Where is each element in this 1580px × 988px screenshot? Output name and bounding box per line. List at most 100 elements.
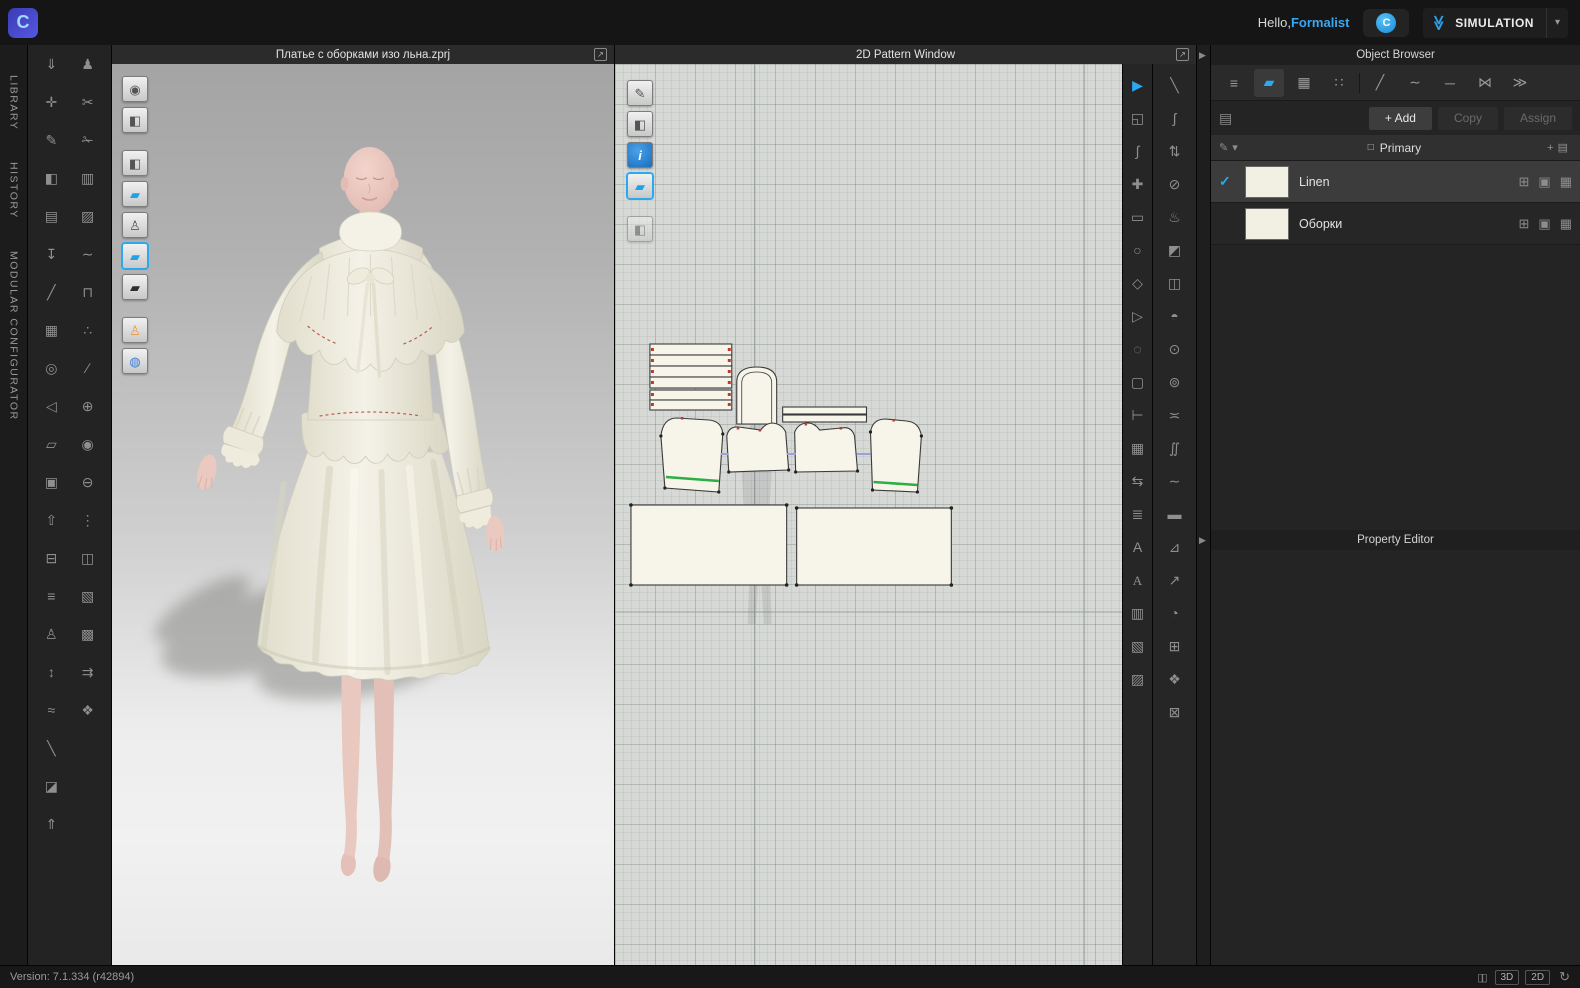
group-caret-icon[interactable]: ▾ <box>1232 141 1238 154</box>
view-3d-chip[interactable]: 3D <box>1495 970 1520 985</box>
spec-icon[interactable]: ⊿ <box>1162 536 1188 558</box>
ruler-2d-icon[interactable]: ▬ <box>1162 503 1188 525</box>
trace-tool-icon[interactable]: ◌ <box>1125 338 1151 360</box>
topstitch-tab[interactable]: ╱ <box>1365 69 1395 97</box>
group-folder-icon[interactable]: ▤ <box>1558 141 1568 154</box>
fold-garment-icon[interactable]: ◪ <box>38 775 64 797</box>
fabric-swatch[interactable] <box>1245 166 1289 198</box>
pattern-piece-left-sleeve[interactable] <box>661 418 723 492</box>
pattern-piece-skirt-back[interactable] <box>797 508 952 585</box>
avatar-tool-icon[interactable]: ♙ <box>38 623 64 645</box>
render-style-icon[interactable]: ◉ <box>122 76 148 102</box>
split-view-icon[interactable]: ▯▯ <box>1477 971 1485 984</box>
text-style-icon[interactable]: A <box>1125 569 1151 591</box>
free-sew-icon[interactable]: ʃ <box>1162 107 1188 129</box>
expand-2d-window-icon[interactable]: ↗ <box>1176 48 1189 61</box>
clo-logo-icon[interactable]: C <box>8 8 38 38</box>
circle-tool-icon[interactable]: ○ <box>1125 239 1151 261</box>
export-garment-icon[interactable]: ⇑ <box>38 813 64 835</box>
seam-allowance-icon[interactable]: ▢ <box>1125 371 1151 393</box>
detach-sew-icon[interactable]: ⊘ <box>1162 173 1188 195</box>
copy-fabric-button[interactable]: Copy <box>1438 107 1498 130</box>
garment-stack-icon[interactable]: ▨ <box>75 205 101 227</box>
pattern-piece-bodice-back[interactable] <box>795 423 858 472</box>
layout-grid-icon[interactable]: ▥ <box>1125 602 1151 624</box>
avatars-icon[interactable]: ∴ <box>75 319 101 341</box>
viewport-3d-canvas[interactable]: ◉ ◧ ◧ ▰ ♙ ▰ ▰ ♙ <box>112 64 614 965</box>
symmetry-icon[interactable]: ⇆ <box>1125 470 1151 492</box>
swatch-dark-icon[interactable]: ▩ <box>75 623 101 645</box>
sidebar-tab-modular-configurator[interactable]: MODULAR CONFIGURATOR <box>8 251 20 421</box>
hanger-icon[interactable]: ⊓ <box>75 281 101 303</box>
zipper-icon[interactable]: ⋮ <box>75 509 101 531</box>
lift-icon[interactable]: ⇧ <box>38 509 64 531</box>
grain-line-icon[interactable]: ↗ <box>1162 569 1188 591</box>
button-tab[interactable]: ∷ <box>1324 69 1354 97</box>
pattern-2d-canvas[interactable]: ✎ ◧ i ▰ ◧ <box>615 64 1122 965</box>
avatar-pose-icon[interactable]: ♙ <box>122 317 148 343</box>
bundle-icon[interactable]: ⊠ <box>1162 701 1188 723</box>
dart-tool-icon[interactable]: ▷ <box>1125 305 1151 327</box>
username-link[interactable]: Formalist <box>1291 15 1350 30</box>
refresh-icon[interactable]: ↻ <box>1559 969 1570 985</box>
zigzag-measure-icon[interactable]: ≈ <box>38 699 64 721</box>
needle-icon[interactable]: ∕ <box>75 357 101 379</box>
sewing-pen-icon[interactable]: ✎ <box>38 129 64 151</box>
garment-copy-icon[interactable]: ▥ <box>75 167 101 189</box>
fabric-view-icon[interactable]: ▰ <box>122 243 148 269</box>
trim-tab[interactable]: ▦ <box>1289 69 1319 97</box>
pin-2d-icon[interactable]: ⊙ <box>1162 338 1188 360</box>
polygon-tool-icon[interactable]: ◇ <box>1125 272 1151 294</box>
walk-avatar-icon[interactable]: ♟ <box>75 53 101 75</box>
add-colorway-icon[interactable]: ⊞ <box>1519 174 1530 190</box>
show-garment-icon[interactable]: ◧ <box>122 107 148 133</box>
edit-pattern-icon[interactable]: ◱ <box>1125 107 1151 129</box>
pleats-icon[interactable]: ⇉ <box>75 661 101 683</box>
layer-panel-icon[interactable]: ▤ <box>38 205 64 227</box>
ruler-icon[interactable]: ╲ <box>38 737 64 759</box>
zigzag-2d-icon[interactable]: ∼ <box>1162 470 1188 492</box>
dark-fabric-icon[interactable]: ▰ <box>122 274 148 300</box>
pen-tool-icon[interactable]: ✎ <box>627 80 653 106</box>
garment-fit-icon[interactable]: ◧ <box>122 150 148 176</box>
scissors-icon[interactable]: ✂ <box>75 91 101 113</box>
avatar-grid-icon[interactable]: ▦ <box>38 319 64 341</box>
fabric-detail-icon[interactable]: ▦ <box>1560 174 1572 190</box>
pattern-info-icon[interactable]: i <box>627 142 653 168</box>
puckering-tab[interactable]: ∼ <box>1400 69 1430 97</box>
garment-view-icon[interactable]: ◧ <box>627 111 653 137</box>
fabric-swatch[interactable] <box>1245 208 1289 240</box>
texture-edit-icon[interactable]: ❖ <box>1162 668 1188 690</box>
segment-sew-icon[interactable]: ╲ <box>1162 74 1188 96</box>
steam-iron-icon[interactable]: ♨ <box>1162 206 1188 228</box>
swatch-icon[interactable]: ▧ <box>75 585 101 607</box>
elastic-icon[interactable]: ≍ <box>1162 404 1188 426</box>
zigzag-garment-icon[interactable]: ∼ <box>75 243 101 265</box>
avatar-size-icon[interactable]: ↕ <box>38 661 64 683</box>
show-avatar-icon[interactable]: ♙ <box>122 212 148 238</box>
fabric-item-oborki[interactable]: Оборки ⊞ ▣ ▦ <box>1211 203 1580 245</box>
transform-cursor-icon[interactable]: ▶ <box>1125 74 1151 96</box>
fabric-detail-icon[interactable]: ▦ <box>1560 216 1572 232</box>
tape-measure-icon[interactable]: ≡ <box>38 585 64 607</box>
notch-tool-icon[interactable]: ⊢ <box>1125 404 1151 426</box>
rectangle-tool-icon[interactable]: ▭ <box>1125 206 1151 228</box>
piping-tab[interactable]: ─ <box>1435 69 1465 97</box>
fold-arrange-icon[interactable]: ◫ <box>75 547 101 569</box>
clone-fabric-icon[interactable]: ▣ <box>1538 216 1550 232</box>
lock-icon[interactable]: ▣ <box>38 471 64 493</box>
fabric-item-linen[interactable]: ✓ Linen ⊞ ▣ ▦ <box>1211 161 1580 203</box>
garment-press-icon[interactable]: ◩ <box>1162 239 1188 261</box>
shirt-tab-icon[interactable]: ◫ <box>1162 272 1188 294</box>
shirring-icon[interactable]: ∬ <box>1162 437 1188 459</box>
cut-sew-icon[interactable]: ✁ <box>75 129 101 151</box>
flatten-icon[interactable]: ▱ <box>38 433 64 455</box>
add-fabric-button[interactable]: + Add <box>1369 107 1432 130</box>
bow-tab[interactable]: ⋈ <box>1470 69 1500 97</box>
import-project-icon[interactable]: ⇓ <box>38 53 64 75</box>
swap-sew-icon[interactable]: ⇅ <box>1162 140 1188 162</box>
pattern-piece-skirt-front[interactable] <box>631 505 787 585</box>
fabric-group-row[interactable]: ✎ ▾ □ Primary + ▤ <box>1211 135 1580 161</box>
dart-icon[interactable]: ◁ <box>38 395 64 417</box>
scene-tab[interactable]: ≡ <box>1219 69 1249 97</box>
